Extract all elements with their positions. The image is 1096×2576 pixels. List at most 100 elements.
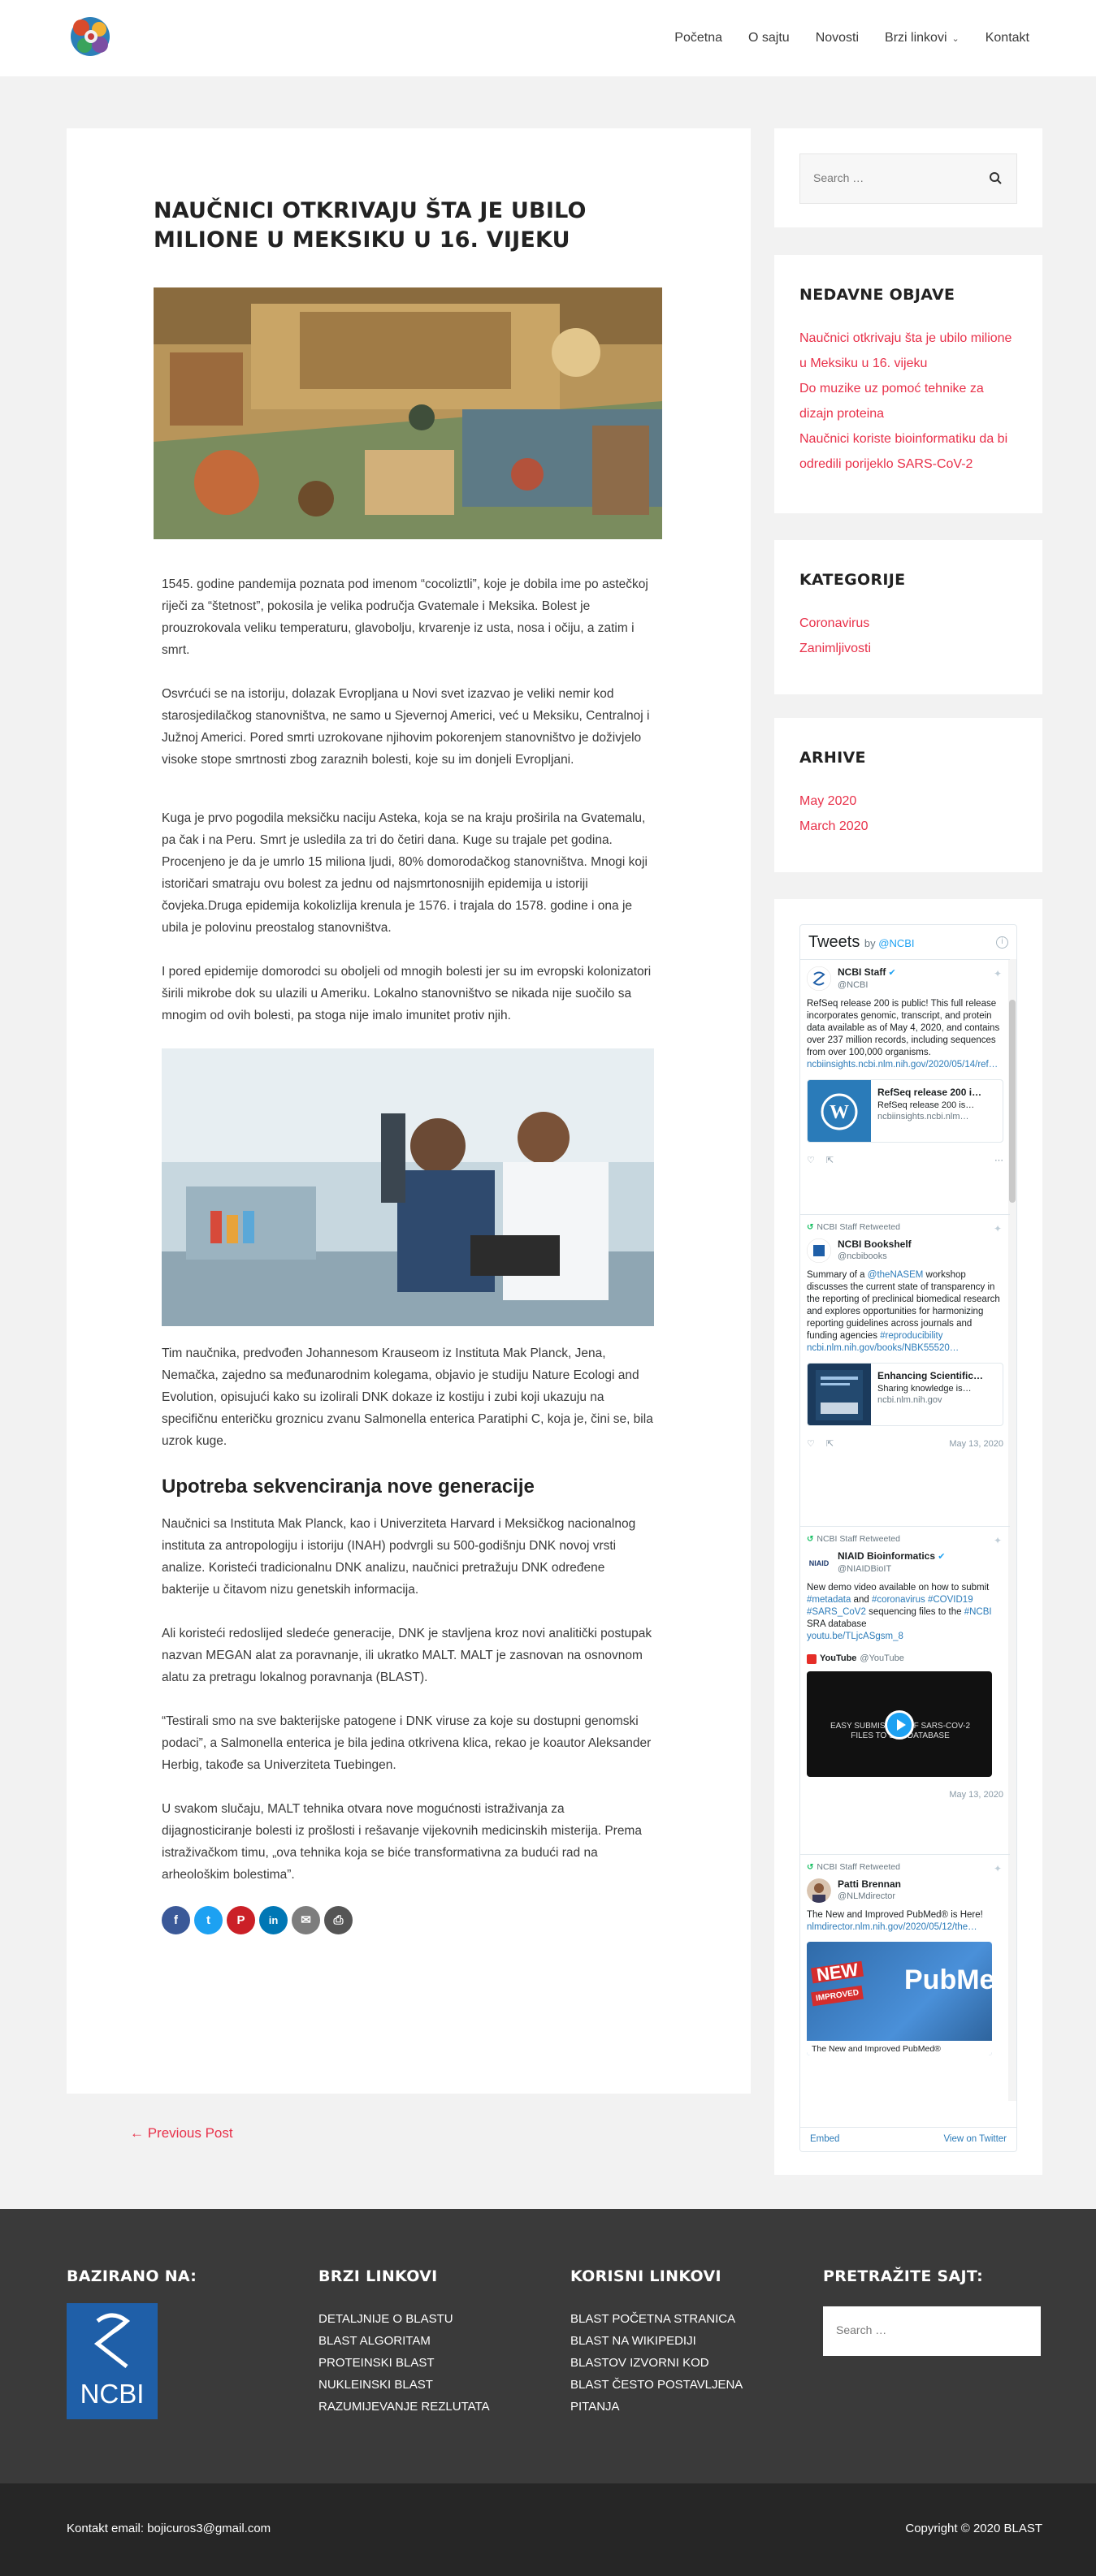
tweet-author-handle[interactable]: @NCBI [838, 979, 896, 992]
nav-brzi-linkovi[interactable]: Brzi linkovi ⌄ [885, 31, 960, 45]
footer-link[interactable]: PROTEINSKI BLAST [318, 2352, 490, 2374]
recent-post-link[interactable]: Naučnici otkrivaju šta je ubilo milione … [799, 326, 1012, 376]
print-share-button[interactable]: ⎙ [324, 1906, 353, 1934]
avatar[interactable] [807, 1878, 831, 1903]
footer-link[interactable]: BLAST NA WIKIPEDIJI [570, 2330, 765, 2352]
avatar[interactable]: NIAID [807, 1550, 831, 1575]
widget-title: KATEGORIJE [799, 571, 906, 589]
tweet[interactable]: ✦ ↺ NCBI Staff Retweeted Patti Brennan @N… [800, 1854, 1010, 2055]
twitter-bird-icon: ✦ [993, 1535, 1002, 1546]
recent-post-link[interactable]: Do muzike uz pomoć tehnike za dizajn pro… [799, 376, 1012, 426]
footer-link[interactable]: NUKLEINSKI BLAST [318, 2374, 490, 2396]
scrollbar-thumb[interactable] [1009, 1000, 1016, 1203]
category-link[interactable]: Coronavirus [799, 611, 1012, 636]
tweet[interactable]: ✦ ↺ NCBI Staff Retweeted NIAID NIAID Bioi… [800, 1526, 1010, 1803]
archive-link[interactable]: May 2020 [799, 789, 1012, 814]
ncbi-logo[interactable]: NCBI [67, 2303, 158, 2419]
tweet-author-name[interactable]: Patti Brennan [838, 1878, 901, 1891]
avatar[interactable] [807, 966, 831, 991]
sidebar-search-input[interactable]: Search … [799, 153, 1017, 204]
tweet-author-name[interactable]: NCBI Staff [838, 966, 886, 978]
tweet-author-handle[interactable]: @NIAIDBioIT [838, 1563, 945, 1575]
recent-post-link[interactable]: Naučnici koriste bioinformatiku da bi od… [799, 426, 1012, 477]
paragraph: Tim naučnika, predvođen Johannesom Kraus… [162, 1346, 653, 1448]
play-icon[interactable] [885, 1710, 914, 1740]
share-icon[interactable]: ⇱ [826, 1155, 834, 1167]
tweet-hashtag[interactable]: #NCBI [964, 1607, 992, 1617]
quoted-author-handle[interactable]: @YouTube [860, 1653, 903, 1665]
tweet-author-handle[interactable]: @NLMdirector [838, 1891, 901, 1903]
linkedin-share-button[interactable]: in [259, 1906, 288, 1934]
footer-link[interactable]: RAZUMIJEVANJE REZLUTATA [318, 2396, 490, 2418]
tweet-link[interactable]: ncbi.nlm.nih.gov/books/NBK55520… [807, 1343, 959, 1353]
tweet-date[interactable]: May 13, 2020 [949, 1789, 1003, 1801]
embed-link[interactable]: Embed [810, 2134, 839, 2145]
tweet-author-handle[interactable]: @ncbibooks [838, 1251, 912, 1263]
nav-pocetna[interactable]: Početna [674, 31, 722, 45]
archive-link[interactable]: March 2020 [799, 814, 1012, 839]
footer-link[interactable]: BLAST ALGORITAM [318, 2330, 490, 2352]
tweet-body: SRA database [807, 1619, 867, 1629]
twitter-share-button[interactable]: t [194, 1906, 223, 1934]
tweet-hashtag[interactable]: #coronavirus [872, 1595, 925, 1605]
tweet-hashtag[interactable]: #COVID19 [928, 1595, 973, 1605]
nav-kontakt[interactable]: Kontakt [986, 31, 1029, 45]
quoted-author-name[interactable]: YouTube [820, 1653, 856, 1665]
search-placeholder: Search … [836, 2323, 887, 2336]
categories-list: Coronavirus Zanimljivosti [799, 611, 1012, 661]
pubmed-promo-image[interactable]: NEW IMPROVED PubMed The New and Improved… [807, 1942, 992, 2055]
promo-new-label: NEW [810, 1960, 864, 1985]
tweet-date[interactable]: May 13, 2020 [949, 1438, 1003, 1450]
tweet-hashtag[interactable]: #reproducibility [880, 1331, 942, 1341]
widget-title: ARHIVE [799, 749, 866, 767]
tweet-author-name[interactable]: NIAID Bioinformatics [838, 1550, 935, 1562]
nav-novosti[interactable]: Novosti [816, 31, 859, 45]
twitter-timeline[interactable]: Tweets by @NCBI i ✦ NCBI Staff ✔ @NCBI R… [799, 924, 1017, 2152]
view-on-twitter-link[interactable]: View on Twitter [943, 2134, 1007, 2145]
footer-link[interactable]: BLAST ČESTO POSTAVLJENA PITANJA [570, 2374, 765, 2418]
tweet-hashtag[interactable]: #metadata [807, 1595, 851, 1605]
category-link[interactable]: Zanimljivosti [799, 636, 1012, 661]
avatar[interactable] [807, 1238, 831, 1263]
tweet-author-name[interactable]: NCBI Bookshelf [838, 1238, 912, 1251]
email-share-button[interactable]: ✉ [292, 1906, 320, 1934]
previous-post-link[interactable]: ← Previous Post [130, 2125, 233, 2142]
facebook-share-button[interactable]: f [162, 1906, 190, 1934]
tweet-link[interactable]: nlmdirector.nlm.nih.gov/2020/05/12/the… [807, 1922, 977, 1932]
footer-link[interactable]: DETALJNIJE O BLASTU [318, 2308, 490, 2330]
like-icon[interactable]: ♡ [807, 1155, 815, 1167]
share-icon[interactable]: ⇱ [826, 1438, 834, 1450]
footer-link[interactable]: BLASTOV IZVORNI KOD [570, 2352, 765, 2374]
nav-brzi-linkovi-label: Brzi linkovi [885, 31, 947, 45]
retweet-label: NCBI Staff Retweeted [817, 1862, 900, 1872]
footer-col-search: PRETRAŽITE SAJT: Search … [823, 2267, 1041, 2356]
tweet[interactable]: ✦ NCBI Staff ✔ @NCBI RefSeq release 200 … [800, 959, 1010, 1169]
pinterest-share-button[interactable]: P [227, 1906, 255, 1934]
info-icon[interactable]: i [996, 936, 1008, 949]
tweet[interactable]: ✦ ↺ NCBI Staff Retweeted NCBI Bookshelf @… [800, 1214, 1010, 1452]
recent-posts-widget: NEDAVNE OBJAVE Naučnici otkrivaju šta je… [774, 255, 1042, 513]
link-card[interactable]: Enhancing Scientific… Sharing knowledge … [807, 1363, 1003, 1426]
thread-icon[interactable]: ⋯ [994, 1155, 1003, 1167]
timeline-header: Tweets by @NCBI [800, 925, 1016, 959]
search-icon[interactable] [987, 170, 1005, 188]
tweet-mention[interactable]: @theNASEM [868, 1270, 924, 1280]
like-icon[interactable]: ♡ [807, 1438, 815, 1450]
tweet-link[interactable]: youtu.be/TLjcASgsm_8 [807, 1632, 903, 1641]
footer-widgets: BAZIRANO NA: NCBI BRZI LINKOVI DETALJNIJ… [0, 2209, 1096, 2483]
paragraph: Naučnici sa Instituta Mak Planck, kao i … [162, 1517, 636, 1597]
video-player[interactable]: EASY SUBMISSION OF SARS-COV-2 FILES TO S… [807, 1671, 992, 1777]
site-logo[interactable] [67, 11, 114, 62]
timeline-handle[interactable]: @NCBI [878, 937, 914, 949]
timeline-by: by [864, 937, 876, 949]
footer-link[interactable]: BLAST POČETNA STRANICA [570, 2308, 765, 2330]
section-heading: Upotreba sekvenciranja nove generacije [162, 1476, 535, 1498]
card-text: Sharing knowledge is… [877, 1384, 972, 1394]
link-card[interactable]: W RefSeq release 200 i… RefSeq release 2… [807, 1079, 1003, 1143]
tweet-hashtag[interactable]: #SARS_CoV2 [807, 1607, 866, 1617]
tweet-text: The New and Improved PubMed® is Here! nl… [807, 1909, 1003, 1934]
footer-search-input[interactable]: Search … [823, 2306, 1041, 2356]
tweet-link[interactable]: ncbiinsights.ncbi.nlm.nih.gov/2020/05/14… [807, 1060, 998, 1070]
nav-o-sajtu[interactable]: O sajtu [748, 31, 790, 45]
tweet-body: Summary of a [807, 1270, 868, 1280]
